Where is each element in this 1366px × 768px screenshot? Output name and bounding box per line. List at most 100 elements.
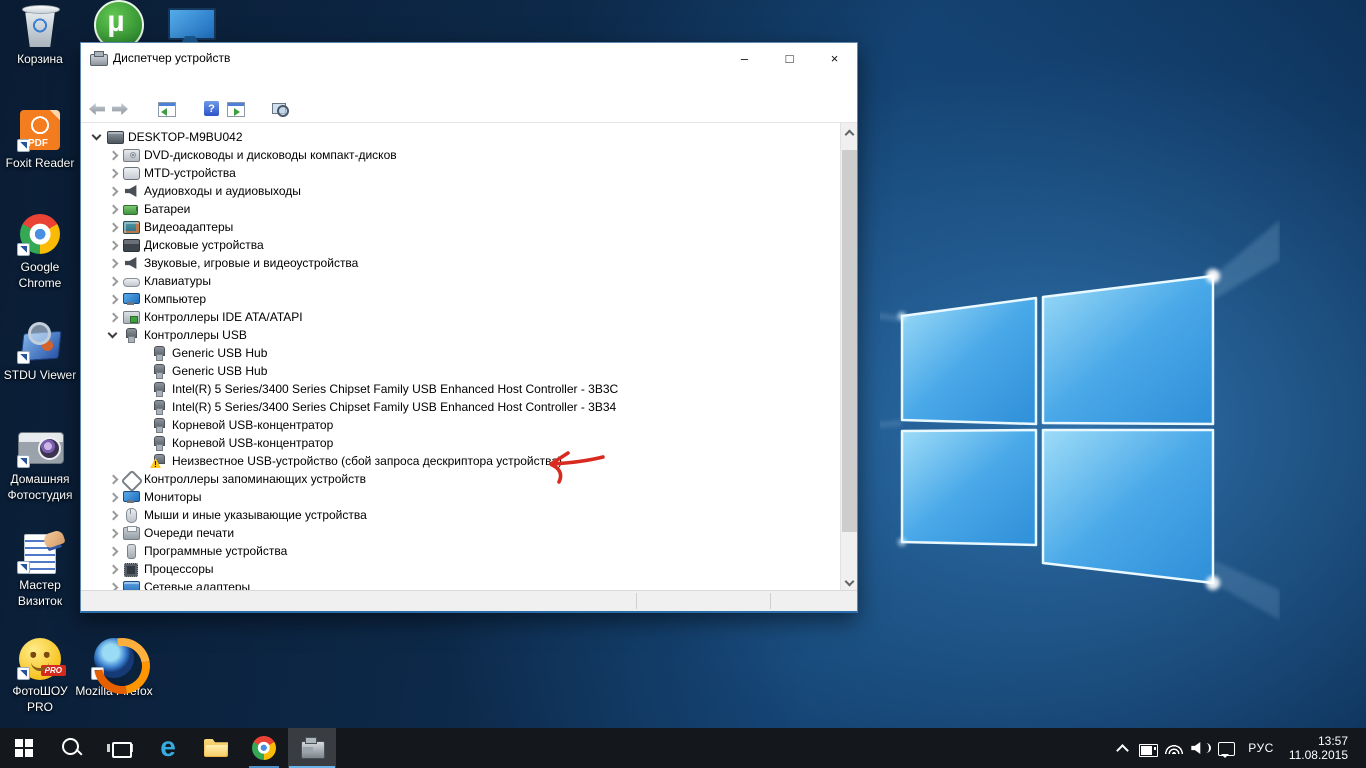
chevron-icon[interactable] [105,291,121,307]
toolbar-separator[interactable] [180,101,198,117]
chevron-icon[interactable] [105,255,121,271]
action-center-icon[interactable] [1214,735,1238,761]
tree-item[interactable]: Программные устройства [81,542,840,560]
maximize-button[interactable]: □ [767,43,812,73]
volume-icon[interactable] [1188,735,1212,761]
tree-item[interactable]: Батареи [81,200,840,218]
scan-hardware-changes-button[interactable] [272,101,290,117]
chevron-icon[interactable] [133,381,149,397]
show-console-tree-button[interactable] [157,101,175,117]
tree-item[interactable]: Звуковые, игровые и видеоустройства [81,254,840,272]
back-button[interactable] [88,101,106,117]
tree-item[interactable]: DESKTOP-M9BU042 [81,128,840,146]
scroll-up-icon[interactable] [841,123,857,140]
tree-item[interactable]: Корневой USB-концентратор [81,434,840,452]
tree-item[interactable]: Компьютер [81,290,840,308]
desktop-icon[interactable]: Домашняя Фотостудия [0,424,80,503]
chevron-icon[interactable] [105,273,121,289]
language-indicator[interactable]: РУС [1239,741,1283,755]
wifi-icon[interactable] [1162,735,1186,761]
chevron-icon[interactable] [89,129,105,145]
tree-item[interactable]: Клавиатуры [81,272,840,290]
chevron-icon[interactable] [105,471,121,487]
tree-item[interactable]: Сетевые адаптеры [81,578,840,590]
chevron-icon[interactable] [105,147,121,163]
file-explorer-button[interactable] [192,728,240,768]
tree-item-label: Контроллеры USB [144,328,247,342]
clock[interactable]: 13:57 11.08.2015 [1283,734,1358,762]
tree-item[interactable]: DVD-дисководы и дисководы компакт-дисков [81,146,840,164]
toolbar-separator[interactable] [134,101,152,117]
scroll-down-icon[interactable] [841,573,857,590]
tree-item[interactable]: Видеоадаптеры [81,218,840,236]
menu-item[interactable] [132,82,148,88]
desktop-icon[interactable]: Mozilla Firefox [74,636,154,699]
task-view-button[interactable] [96,728,144,768]
chevron-icon[interactable] [105,561,121,577]
menu-item[interactable] [116,82,132,88]
edge-button[interactable]: e [144,728,192,768]
tree-item[interactable]: Intel(R) 5 Series/3400 Series Chipset Fa… [81,398,840,416]
desktop-icon[interactable]: µ [84,0,148,46]
chevron-icon[interactable] [105,543,121,559]
chevron-icon[interactable] [133,453,149,469]
search-button[interactable] [48,728,96,768]
close-button[interactable]: × [812,43,857,73]
start-button[interactable] [0,728,48,768]
device-manager-button[interactable] [288,728,336,768]
desktop-icon[interactable]: STDU Viewer [0,320,80,383]
toolbar-separator[interactable] [249,101,267,117]
desktop-icon[interactable]: PRO ФотоШОУ PRO [0,636,80,715]
desktop-icon-label: Корзина [17,51,63,67]
tree-item[interactable]: Контроллеры USB [81,326,840,344]
tree-item[interactable]: Контроллеры IDE ATA/ATAPI [81,308,840,326]
tree-item[interactable]: Мониторы [81,488,840,506]
titlebar[interactable]: Диспетчер устройств – □ × [81,43,857,73]
minimize-button[interactable]: – [722,43,767,73]
tree-item[interactable]: Корневой USB-концентратор [81,416,840,434]
desktop-icon[interactable]: Google Chrome [0,212,80,291]
menu-item[interactable] [100,82,116,88]
chevron-icon[interactable] [133,345,149,361]
tree-item[interactable]: Очереди печати [81,524,840,542]
chevron-icon[interactable] [105,489,121,505]
desktop-icon[interactable]: Мастер Визиток [0,530,80,609]
chevron-icon[interactable] [105,525,121,541]
chevron-icon[interactable] [105,309,121,325]
tree-item[interactable]: Мыши и иные указывающие устройства [81,506,840,524]
help-button[interactable] [203,101,221,117]
chevron-icon[interactable] [133,435,149,451]
desktop-icon[interactable]: Foxit Reader [0,108,80,171]
menu-item[interactable] [84,82,100,88]
battery-icon[interactable] [1136,735,1160,761]
tree-item-label: Процессоры [144,562,214,576]
chevron-icon[interactable] [105,219,121,235]
chrome-button[interactable] [240,728,288,768]
chevron-icon[interactable] [105,237,121,253]
chevron-icon[interactable] [105,183,121,199]
shortcut-arrow-icon [17,455,30,468]
chevron-icon[interactable] [105,507,121,523]
tree-item[interactable]: Процессоры [81,560,840,578]
tree-item[interactable]: Дисковые устройства [81,236,840,254]
tree-item[interactable]: Аудиовходы и аудиовыходы [81,182,840,200]
tree-item[interactable]: Generic USB Hub [81,362,840,380]
vertical-scrollbar[interactable] [840,123,857,590]
forward-button[interactable] [111,101,129,117]
chevron-icon[interactable] [105,201,121,217]
tree-item[interactable]: Неизвестное USB-устройство (сбой запроса… [81,452,840,470]
tree-item[interactable]: Контроллеры запоминающих устройств [81,470,840,488]
chevron-icon[interactable] [105,579,121,590]
scrollbar-thumb[interactable] [842,150,857,532]
chevron-icon[interactable] [105,327,121,343]
tree-item[interactable]: Intel(R) 5 Series/3400 Series Chipset Fa… [81,380,840,398]
chevron-icon[interactable] [105,165,121,181]
tree-item[interactable]: Generic USB Hub [81,344,840,362]
chevron-icon[interactable] [133,363,149,379]
chevron-icon[interactable] [133,399,149,415]
chevron-icon[interactable] [133,417,149,433]
properties-button[interactable] [226,101,244,117]
desktop-icon[interactable]: Корзина [0,4,80,67]
hidden-icons-chevron[interactable] [1110,735,1134,761]
tree-item[interactable]: MTD-устройства [81,164,840,182]
